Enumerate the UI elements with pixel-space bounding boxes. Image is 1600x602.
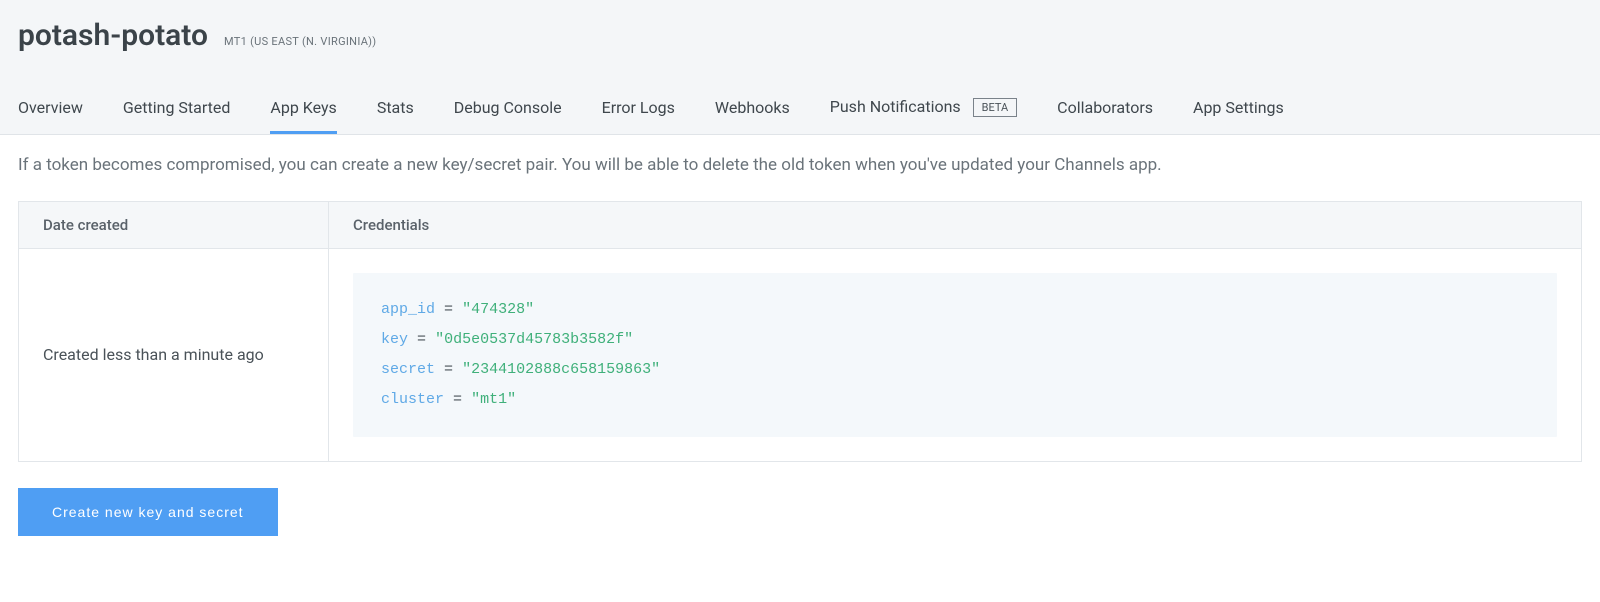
tab-getting-started[interactable]: Getting Started <box>123 86 231 133</box>
cell-credentials: app_id = "474328" key = "0d5e0537d45783b… <box>329 248 1582 461</box>
cred-key: key <box>381 331 408 348</box>
tab-label: Push Notifications <box>830 97 961 116</box>
tab-overview[interactable]: Overview <box>18 86 83 133</box>
table-header-row: Date created Credentials <box>19 201 1582 248</box>
beta-badge: BETA <box>973 98 1018 117</box>
col-credentials: Credentials <box>329 201 1582 248</box>
tab-label: App Settings <box>1193 98 1284 117</box>
credential-line-key: key = "0d5e0537d45783b3582f" <box>381 325 1529 355</box>
credentials-code-block: app_id = "474328" key = "0d5e0537d45783b… <box>353 273 1557 437</box>
equals-icon: = <box>453 391 462 408</box>
equals-icon: = <box>444 361 453 378</box>
tab-label: Error Logs <box>602 98 675 117</box>
cred-key: secret <box>381 361 435 378</box>
table-row: Created less than a minute ago app_id = … <box>19 248 1582 461</box>
tabs: Overview Getting Started App Keys Stats … <box>18 85 1582 134</box>
tab-label: Overview <box>18 98 83 117</box>
cluster-label: MT1 (US EAST (N. VIRGINIA)) <box>224 35 377 48</box>
cred-value: "474328" <box>462 301 534 318</box>
cred-value: "2344102888c658159863" <box>462 361 660 378</box>
content: If a token becomes compromised, you can … <box>0 135 1600 554</box>
tab-push-notifications[interactable]: Push Notifications BETA <box>830 85 1017 134</box>
cred-key: app_id <box>381 301 435 318</box>
cell-date-created: Created less than a minute ago <box>19 248 329 461</box>
tab-label: Debug Console <box>454 98 562 117</box>
tab-label: Stats <box>377 98 414 117</box>
title-row: potash-potato MT1 (US EAST (N. VIRGINIA)… <box>18 18 1582 85</box>
credential-line-secret: secret = "2344102888c658159863" <box>381 355 1529 385</box>
credential-line-app-id: app_id = "474328" <box>381 295 1529 325</box>
app-title: potash-potato <box>18 18 208 53</box>
tab-app-keys[interactable]: App Keys <box>270 86 336 133</box>
keys-table: Date created Credentials Created less th… <box>18 201 1582 462</box>
tab-label: Collaborators <box>1057 98 1153 117</box>
page-description: If a token becomes compromised, you can … <box>18 153 1582 179</box>
tab-label: App Keys <box>270 98 336 117</box>
col-date-created: Date created <box>19 201 329 248</box>
cred-value: "mt1" <box>471 391 516 408</box>
cred-value: "0d5e0537d45783b3582f" <box>435 331 633 348</box>
tab-label: Getting Started <box>123 98 231 117</box>
tab-app-settings[interactable]: App Settings <box>1193 86 1284 133</box>
header-region: potash-potato MT1 (US EAST (N. VIRGINIA)… <box>0 0 1600 135</box>
tab-webhooks[interactable]: Webhooks <box>715 86 790 133</box>
tab-label: Webhooks <box>715 98 790 117</box>
tab-error-logs[interactable]: Error Logs <box>602 86 675 133</box>
create-key-button[interactable]: Create new key and secret <box>18 488 278 536</box>
credential-line-cluster: cluster = "mt1" <box>381 385 1529 415</box>
tab-stats[interactable]: Stats <box>377 86 414 133</box>
tab-collaborators[interactable]: Collaborators <box>1057 86 1153 133</box>
tab-debug-console[interactable]: Debug Console <box>454 86 562 133</box>
equals-icon: = <box>444 301 453 318</box>
cred-key: cluster <box>381 391 444 408</box>
equals-icon: = <box>417 331 426 348</box>
